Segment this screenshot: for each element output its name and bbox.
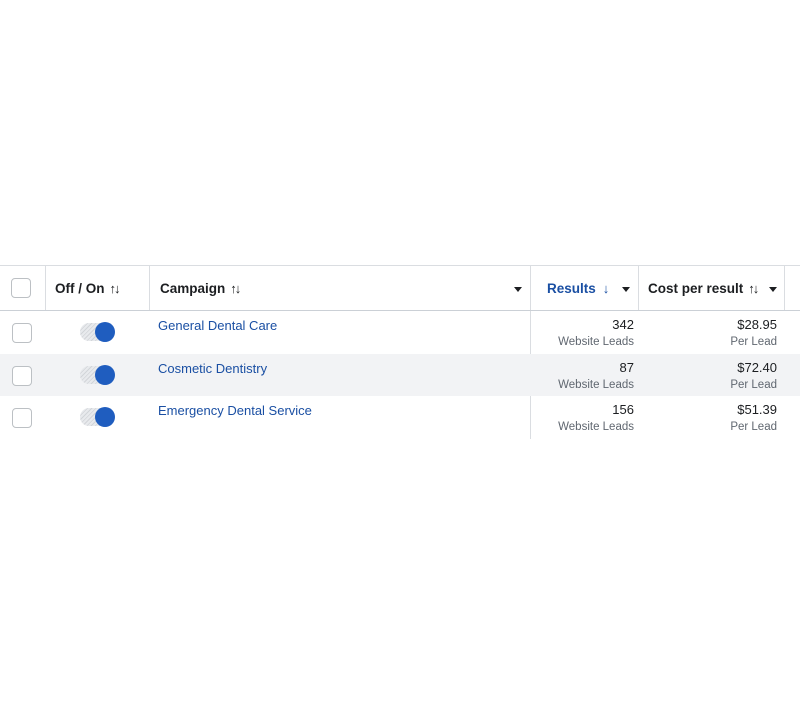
select-all-checkbox[interactable] [11,278,31,298]
table-row: General Dental Care 342 Website Leads $2… [0,311,800,354]
campaign-column-dropdown-icon[interactable] [514,287,522,292]
toggle-knob [95,364,115,385]
sort-descending-icon: ↓ [602,280,609,296]
campaign-toggle[interactable] [80,364,115,385]
header-campaign-label: Campaign [160,280,226,296]
cost-column-dropdown-icon[interactable] [769,287,777,292]
campaign-name-link[interactable]: General Dental Care [158,318,277,333]
header-results-label: Results [547,280,596,296]
header-results[interactable]: Results ↓ [547,266,609,310]
cost-value: $72.40 [737,359,777,375]
header-off-on[interactable]: Off / On ↑↓ [55,266,121,310]
sort-icon: ↑↓ [748,280,759,296]
results-value: 87 [619,359,634,375]
cost-value: $51.39 [737,402,777,417]
table-header: Off / On ↑↓ Campaign ↑↓ Results ↓ Cost p… [0,265,800,311]
results-type: Website Leads [558,421,634,433]
results-type: Website Leads [558,378,634,391]
cost-type: Per Lead [730,378,777,391]
row-checkbox[interactable] [12,408,32,428]
table-row: Emergency Dental Service 156 Website Lea… [0,396,800,439]
campaign-toggle[interactable] [80,322,115,342]
sort-icon: ↑↓ [230,280,241,296]
campaign-table: Off / On ↑↓ Campaign ↑↓ Results ↓ Cost p… [0,265,800,439]
campaign-name-link[interactable]: Cosmetic Dentistry [158,361,267,376]
results-column-dropdown-icon[interactable] [622,287,630,292]
row-checkbox[interactable] [12,323,32,343]
campaign-toggle[interactable] [80,407,115,427]
results-type: Website Leads [558,336,634,348]
toggle-knob [95,407,115,427]
results-value: 156 [612,402,634,417]
table-body: General Dental Care 342 Website Leads $2… [0,311,800,439]
cost-type: Per Lead [730,336,777,348]
header-cost-per-result[interactable]: Cost per result ↑↓ [648,266,759,310]
cost-type: Per Lead [730,421,777,433]
toggle-knob [95,322,115,342]
select-all-cell [11,266,31,310]
header-off-on-label: Off / On [55,280,105,296]
header-cost-per-result-label: Cost per result [648,280,744,296]
header-campaign[interactable]: Campaign ↑↓ [160,266,241,310]
cost-value: $28.95 [737,317,777,332]
results-value: 342 [612,317,634,332]
campaign-name-link[interactable]: Emergency Dental Service [158,403,312,418]
table-row: Cosmetic Dentistry 87 Website Leads $72.… [0,353,800,396]
row-checkbox[interactable] [12,365,32,386]
sort-icon: ↑↓ [109,280,121,296]
